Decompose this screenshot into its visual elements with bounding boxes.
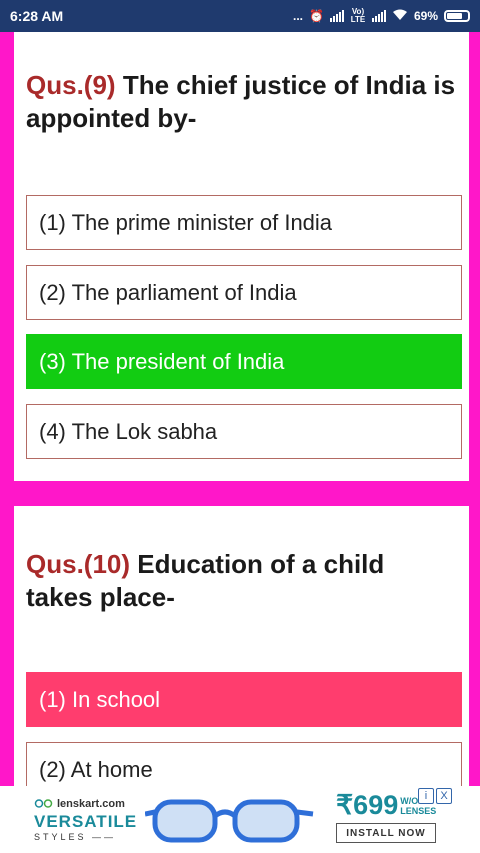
wifi-icon <box>392 9 408 24</box>
option-label: (1) In school <box>39 686 161 712</box>
ad-close-icon[interactable]: X <box>436 788 452 804</box>
option-1-wrong[interactable]: (1) In school <box>26 672 462 727</box>
status-time: 6:28 AM <box>10 8 64 24</box>
option-label: (1) The prime minister of India <box>39 209 333 235</box>
question-text: Qus.(9) The chief justice of India is ap… <box>26 69 456 135</box>
ad-banner[interactable]: lenskart.com VERSATILE STYLES —— ₹699 W/… <box>0 786 480 853</box>
ad-sub-text: STYLES <box>34 831 87 842</box>
option-label: (2) The parliament of India <box>39 279 297 305</box>
ad-brand: lenskart.com <box>34 798 145 810</box>
option-label: (4) The Lok sabha <box>39 418 218 444</box>
lenskart-logo-icon <box>34 799 53 808</box>
ad-info-icon[interactable]: i <box>418 788 434 804</box>
ad-subline: STYLES —— <box>34 831 117 842</box>
option-2[interactable]: (2) The parliament of India <box>26 265 462 320</box>
option-label: (3) The president of India <box>39 348 285 374</box>
signal-icon-2 <box>371 10 386 22</box>
option-3-correct[interactable]: (3) The president of India <box>26 334 462 389</box>
ad-headline: VERSATILE <box>34 811 138 831</box>
battery-icon <box>444 10 470 22</box>
ad-price-value: ₹699 <box>336 790 399 820</box>
option-label: (2) At home <box>39 756 153 782</box>
option-4[interactable]: (4) The Lok sabha <box>26 404 462 459</box>
signal-icon <box>329 10 344 22</box>
battery-percent: 69% <box>413 9 438 23</box>
volte-icon: Vo) LTE <box>350 7 366 24</box>
ad-controls: i X <box>418 788 452 804</box>
alarm-icon: ⏰ <box>309 9 324 23</box>
status-icons: ... ⏰ Vo) LTE 69% <box>293 8 470 24</box>
install-now-button[interactable]: INSTALL NOW <box>336 823 436 843</box>
question-card: Qus.(10) Education of a child takes plac… <box>14 506 469 786</box>
option-1[interactable]: (1) The prime minister of India <box>26 195 462 250</box>
question-card: Qus.(9) The chief justice of India is ap… <box>14 32 469 481</box>
question-text: Qus.(10) Education of a child takes plac… <box>26 548 456 614</box>
ad-brand-text: lenskart.com <box>57 797 125 810</box>
eyeglasses-image <box>145 799 314 842</box>
question-number: Qus.(9) <box>26 70 116 100</box>
quiz-content[interactable]: Qus.(9) The chief justice of India is ap… <box>0 32 480 786</box>
option-2[interactable]: (2) At home <box>26 742 462 786</box>
more-dots-icon: ... <box>293 9 304 23</box>
question-number: Qus.(10) <box>26 549 131 579</box>
status-bar: 6:28 AM ... ⏰ Vo) LTE 69% <box>0 0 480 32</box>
ad-left: lenskart.com VERSATILE STYLES —— <box>0 798 145 842</box>
